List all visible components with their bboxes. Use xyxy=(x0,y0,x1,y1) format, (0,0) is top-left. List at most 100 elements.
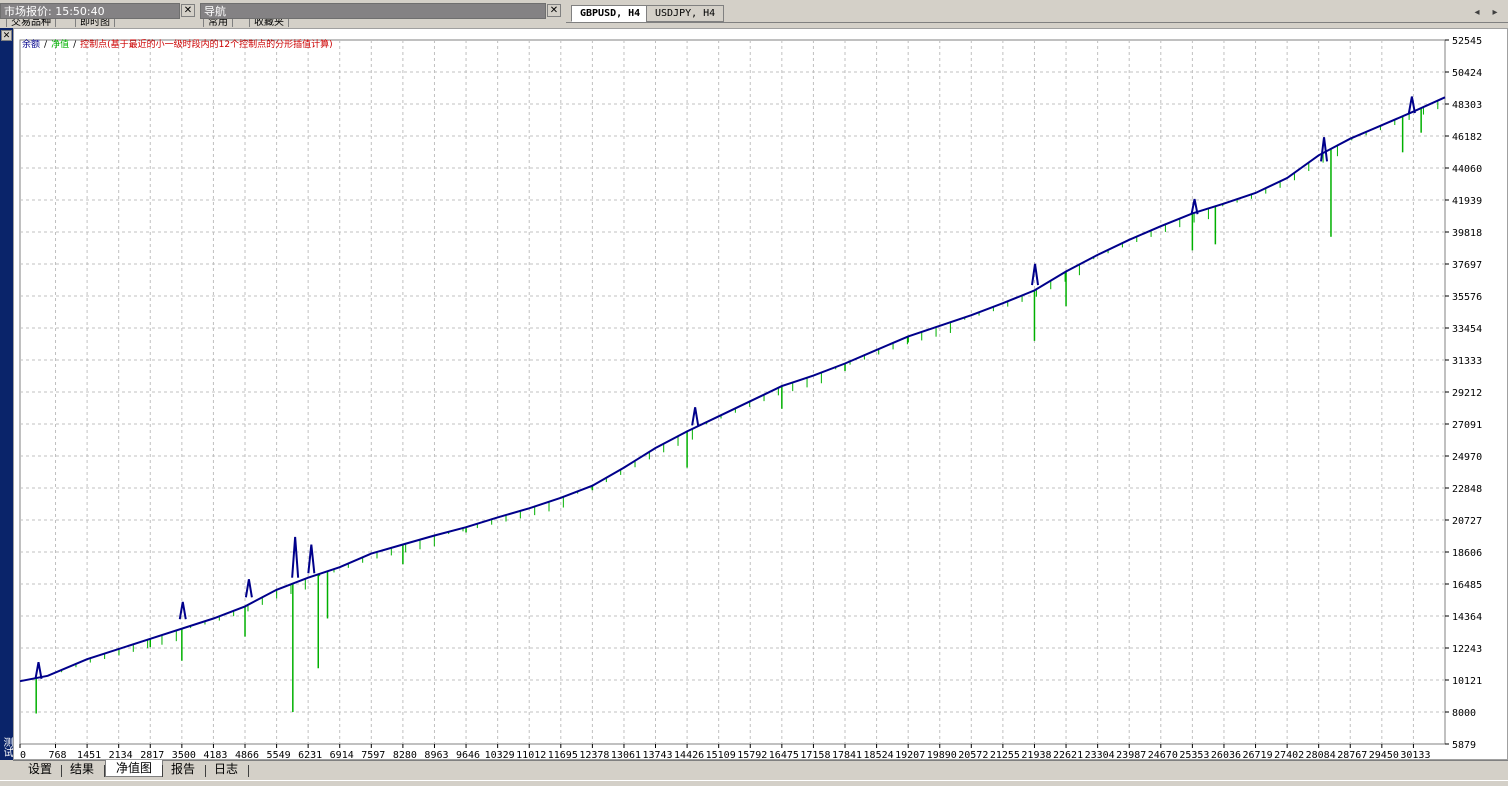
tab-report[interactable]: 报告 xyxy=(161,761,205,778)
y-tick-label: 29212 xyxy=(1452,388,1482,399)
y-tick-label: 31333 xyxy=(1452,356,1482,367)
balance-line xyxy=(19,96,1446,683)
y-tick-label: 33454 xyxy=(1452,324,1482,335)
y-tick-label: 52545 xyxy=(1452,36,1482,47)
chart-tab-gbpusd[interactable]: GBPUSD, H4 xyxy=(571,5,650,22)
legend-separator: / xyxy=(73,40,77,50)
x-tick-label: 8280 xyxy=(393,750,417,760)
y-tick-label: 46182 xyxy=(1452,132,1482,143)
tab-separator xyxy=(248,765,249,777)
y-tick-label: 8000 xyxy=(1452,708,1476,719)
x-tick-label: 4866 xyxy=(235,750,259,760)
balance-spike xyxy=(1407,96,1416,114)
balance-spike xyxy=(1031,263,1040,286)
legend-equity: 净值 xyxy=(51,38,69,50)
legend-separator: / xyxy=(44,40,48,50)
x-tick-label: 28767 xyxy=(1337,750,1367,760)
tab-journal[interactable]: 日志 xyxy=(204,761,248,778)
x-tick-label: 18524 xyxy=(864,750,894,760)
y-tick-label: 50424 xyxy=(1452,68,1482,79)
x-tick-label: 9646 xyxy=(456,750,480,760)
x-tick-label: 6914 xyxy=(330,750,354,760)
y-tick-label: 35576 xyxy=(1452,292,1482,303)
y-tick-label: 48303 xyxy=(1452,100,1482,111)
legend-description: 控制点(基于最近的小一级时段内的12个控制点的分形插值计算) xyxy=(80,38,332,50)
tab-equity-graph[interactable]: 净值图 xyxy=(105,760,164,777)
x-tick-label: 17841 xyxy=(832,750,862,760)
balance-spike xyxy=(1320,137,1329,162)
y-tick-label: 27091 xyxy=(1452,420,1482,431)
x-tick-label: 22621 xyxy=(1053,750,1083,760)
x-tick-label: 768 xyxy=(48,750,66,760)
navigator-subtab-favorites[interactable]: 收藏夹 xyxy=(249,19,289,27)
x-tick-label: 28084 xyxy=(1306,750,1336,760)
x-tick-label: 23987 xyxy=(1116,750,1146,760)
x-tick-label: 5549 xyxy=(267,750,291,760)
tab-results[interactable]: 结果 xyxy=(60,761,104,778)
y-tick-label: 16485 xyxy=(1452,580,1482,591)
x-tick-label: 11012 xyxy=(516,750,546,760)
x-tick-label: 15792 xyxy=(737,750,767,760)
balance-spike xyxy=(178,601,187,620)
tab-settings[interactable]: 设置 xyxy=(18,761,62,778)
x-tick-label: 2817 xyxy=(140,750,164,760)
x-tick-label: 20572 xyxy=(958,750,988,760)
navigator-subtab-common[interactable]: 常用 xyxy=(203,19,233,27)
x-tick-label: 12378 xyxy=(579,750,609,760)
x-tick-label: 19890 xyxy=(927,750,957,760)
equity-chart: 52545 50424 48303 46182 44060 41939 39818 37697… xyxy=(19,36,1482,760)
x-tick-label: 6231 xyxy=(298,750,322,760)
y-tick-label: 18606 xyxy=(1452,548,1482,559)
x-tick-label: 24670 xyxy=(1148,750,1178,760)
plot-area xyxy=(19,39,1446,745)
x-tick-label: 13743 xyxy=(642,750,672,760)
y-tick-label: 37697 xyxy=(1452,260,1482,271)
x-tick-label: 29450 xyxy=(1369,750,1399,760)
x-tick-label: 14426 xyxy=(674,750,704,760)
x-tick-label: 25353 xyxy=(1179,750,1209,760)
tester-close-icon[interactable]: ✕ xyxy=(1,30,12,41)
x-tick-label: 19207 xyxy=(895,750,925,760)
navigator-title-bar[interactable]: 导航 xyxy=(200,3,546,19)
x-tick-label: 10329 xyxy=(485,750,515,760)
y-tick-label: 44060 xyxy=(1452,164,1482,175)
x-tick-label: 7597 xyxy=(361,750,385,760)
y-tick-label: 22848 xyxy=(1452,484,1482,495)
status-bar xyxy=(0,780,1508,786)
market-watch-title-bar[interactable]: 市场报价: 15:50:40 xyxy=(0,3,180,19)
navigator-close-icon[interactable]: ✕ xyxy=(547,4,561,17)
market-subtab-ticks[interactable]: 即时图 xyxy=(75,19,115,27)
y-tick-label: 5879 xyxy=(1452,740,1476,751)
x-tick-label: 16475 xyxy=(769,750,799,760)
y-tick-label: 41939 xyxy=(1452,196,1482,207)
x-tick-label: 13061 xyxy=(611,750,641,760)
y-tick-label: 39818 xyxy=(1452,228,1482,239)
y-tick-label: 10121 xyxy=(1452,676,1482,687)
balance-spike xyxy=(34,662,43,679)
x-tick-label: 0 xyxy=(20,750,26,760)
x-tick-label: 15109 xyxy=(706,750,736,760)
x-tick-label: 8963 xyxy=(424,750,448,760)
chart-tab-usdjpy[interactable]: USDJPY, H4 xyxy=(646,5,725,22)
market-watch-close-icon[interactable]: ✕ xyxy=(181,4,195,17)
market-subtab-symbols[interactable]: 交易品种 xyxy=(6,19,56,27)
tester-sidebar xyxy=(0,28,13,760)
tab-scroll-right-icon[interactable]: ▸ xyxy=(1488,7,1502,20)
legend-balance: 余额 xyxy=(22,38,40,50)
tester-sidebar-label: 测试 xyxy=(1,737,12,757)
balance-spike xyxy=(691,407,700,426)
x-tick-label: 4183 xyxy=(203,750,227,760)
x-tick-label: 17158 xyxy=(800,750,830,760)
balance-spike xyxy=(291,536,300,578)
x-tick-label: 2134 xyxy=(109,750,133,760)
x-tick-label: 30133 xyxy=(1400,750,1430,760)
x-tick-label: 11695 xyxy=(548,750,578,760)
x-tick-label: 21255 xyxy=(990,750,1020,760)
y-tick-label: 12243 xyxy=(1452,644,1482,655)
tab-scroll-left-icon[interactable]: ◂ xyxy=(1470,7,1484,20)
navigator-title: 导航 xyxy=(204,5,226,18)
y-tick-label: 24970 xyxy=(1452,452,1482,463)
y-tick-label: 20727 xyxy=(1452,516,1482,527)
x-tick-label: 1451 xyxy=(77,750,101,760)
tab-divider xyxy=(566,22,1508,23)
